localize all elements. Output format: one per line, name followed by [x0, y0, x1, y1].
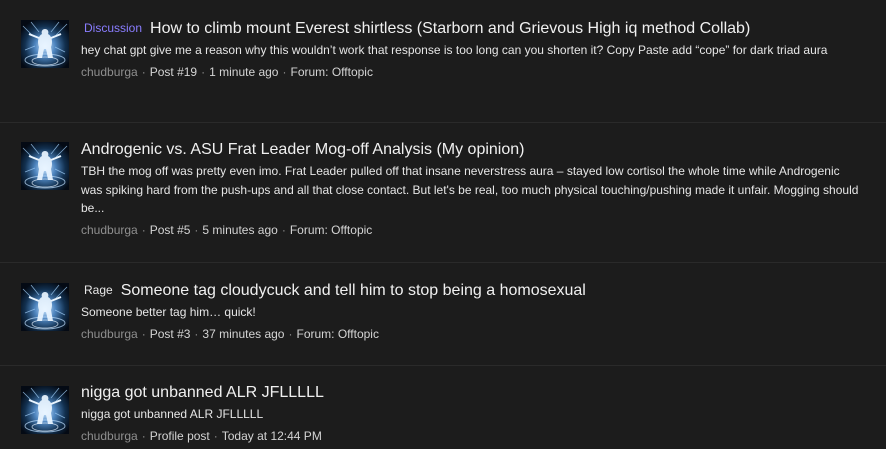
- meta-separator: ·: [141, 64, 146, 79]
- search-result: Discussion How to climb mount Everest shi…: [0, 0, 886, 123]
- author-link[interactable]: chudburga: [81, 65, 138, 79]
- result-meta: chudburga · Post #3 · 37 minutes ago · Forum: …: [81, 326, 862, 342]
- user-avatar-icon[interactable]: [21, 142, 69, 190]
- meta-separator: ·: [201, 64, 206, 79]
- meta-separator: ·: [281, 222, 286, 237]
- result-title[interactable]: How to climb mount Everest shirtless (St…: [150, 20, 750, 37]
- search-result: Androgenic vs. ASU Frat Leader Mog-off A…: [0, 123, 886, 263]
- result-title-link[interactable]: nigga got unbanned ALR JFLLLLL: [81, 383, 862, 403]
- result-title-link[interactable]: Discussion How to climb mount Everest shi…: [81, 18, 862, 39]
- result-title[interactable]: Androgenic vs. ASU Frat Leader Mog-off A…: [81, 141, 524, 158]
- result-snippet: nigga got unbanned ALR JFLLLLL: [81, 407, 264, 421]
- meta-separator: ·: [141, 326, 146, 341]
- result-meta: chudburga · Post #19 · 1 minute ago · Forum: O…: [81, 64, 862, 80]
- result-meta: chudburga · Profile post · Today at 12:44 PM: [81, 428, 862, 444]
- author-link[interactable]: chudburga: [81, 327, 138, 341]
- result-title[interactable]: Someone tag cloudycuck and tell him to s…: [121, 282, 586, 299]
- meta-separator: ·: [282, 64, 287, 79]
- search-result: Rage Someone tag cloudycuck and tell him …: [0, 263, 886, 366]
- post-time: Today at 12:44 PM: [221, 428, 322, 443]
- forum-link[interactable]: Forum: Offtopic: [290, 223, 372, 237]
- author-link[interactable]: chudburga: [81, 223, 138, 237]
- meta-separator: ·: [213, 428, 218, 443]
- post-time: 37 minutes ago: [202, 326, 285, 341]
- post-number-link[interactable]: Post #19: [150, 65, 197, 79]
- post-number-link[interactable]: Post #5: [150, 223, 191, 237]
- meta-separator: ·: [141, 222, 146, 237]
- meta-separator: ·: [141, 428, 146, 443]
- forum-link[interactable]: Forum: Offtopic: [290, 65, 372, 79]
- result-meta: chudburga · Post #5 · 5 minutes ago · Forum: O…: [81, 222, 862, 238]
- user-avatar-icon[interactable]: [21, 283, 69, 331]
- meta-separator: ·: [194, 222, 199, 237]
- user-avatar-icon[interactable]: [21, 20, 69, 68]
- result-snippet: TBH the mog off was pretty even imo. Fra…: [81, 164, 859, 215]
- result-snippet: Someone better tag him… quick!: [81, 305, 256, 319]
- meta-separator: ·: [194, 326, 199, 341]
- result-title-link[interactable]: Androgenic vs. ASU Frat Leader Mog-off A…: [81, 140, 862, 160]
- post-time: 5 minutes ago: [202, 222, 278, 237]
- thread-prefix-rage[interactable]: Rage: [81, 283, 116, 297]
- author-link[interactable]: chudburga: [81, 429, 138, 443]
- post-number-link[interactable]: Post #3: [150, 327, 191, 341]
- search-result: nigga got unbanned ALR JFLLLLL nigga got…: [0, 366, 886, 449]
- result-title[interactable]: nigga got unbanned ALR JFLLLLL: [81, 384, 324, 401]
- thread-prefix-discussion[interactable]: Discussion: [81, 21, 145, 35]
- user-avatar-icon[interactable]: [21, 386, 69, 434]
- profile-post-link[interactable]: Profile post: [150, 429, 210, 443]
- result-title-link[interactable]: Rage Someone tag cloudycuck and tell him …: [81, 280, 862, 301]
- forum-link[interactable]: Forum: Offtopic: [296, 327, 378, 341]
- meta-separator: ·: [288, 326, 293, 341]
- post-time: 1 minute ago: [209, 64, 279, 79]
- result-snippet: hey chat gpt give me a reason why this w…: [81, 43, 828, 57]
